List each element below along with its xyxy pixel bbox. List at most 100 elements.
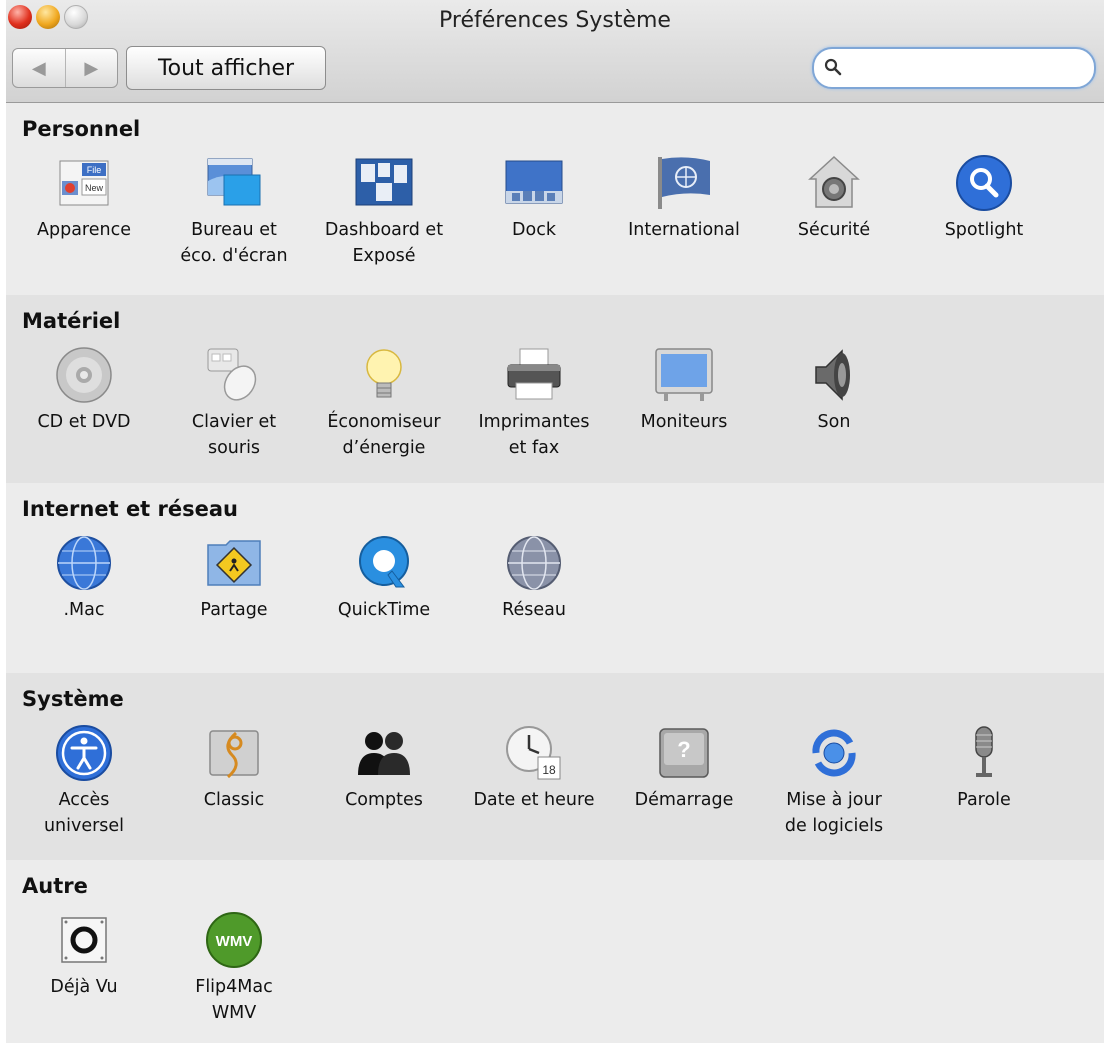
pref-cd-dvd[interactable]: CD et DVD — [9, 343, 159, 435]
quicktime-icon — [359, 536, 409, 588]
section-autre: Autre Déjà Vu WMV Flip4Mac WMV — [6, 860, 1104, 1043]
pref-label: QuickTime — [337, 600, 431, 620]
pref-dashboard-expose[interactable]: Dashboard et Exposé — [309, 151, 459, 269]
svg-text:File: File — [87, 165, 102, 175]
toolbar: Préférences Système ◀ ▶ Tout afficher — [6, 0, 1104, 103]
pref-label: Classic — [203, 790, 265, 810]
spotlight-icon — [956, 155, 1012, 211]
network-globe-icon — [507, 536, 561, 590]
back-forward-control: ◀ ▶ — [12, 48, 118, 88]
pref-label: Bureau et éco. d'écran — [180, 220, 288, 266]
classic-icon — [209, 730, 259, 779]
search-icon — [824, 58, 842, 76]
printer-icon — [507, 348, 561, 400]
svg-text:?: ? — [677, 737, 690, 762]
dejavu-icon — [61, 917, 107, 963]
section-systeme: Système Accès universel Classic Comptes … — [6, 673, 1104, 861]
section-title: Autre — [22, 874, 88, 898]
pref-label: Réseau — [502, 600, 566, 620]
pref-label: CD et DVD — [37, 412, 131, 432]
desktop-screensaver-icon — [207, 158, 261, 206]
section-title: Système — [22, 687, 124, 711]
pref-clavier-souris[interactable]: Clavier et souris — [159, 343, 309, 461]
microphone-icon — [975, 726, 993, 777]
forward-button[interactable]: ▶ — [66, 49, 118, 87]
search-input[interactable] — [850, 55, 1084, 81]
section-internet-reseau: Internet et réseau .Mac Partage QuickTim… — [6, 483, 1104, 674]
pref-partage[interactable]: Partage — [159, 531, 309, 623]
flip4mac-wmv-icon: WMV — [206, 912, 262, 968]
pref-quicktime[interactable]: QuickTime — [309, 531, 459, 623]
pref-securite[interactable]: Sécurité — [759, 151, 909, 243]
pref-label: Imprimantes et fax — [478, 412, 590, 458]
pref-label: Économiseur d’énergie — [327, 412, 441, 458]
startup-disk-icon: ? — [659, 728, 709, 778]
pref-label: International — [628, 220, 740, 240]
pref-dock[interactable]: Dock — [459, 151, 609, 243]
speaker-icon — [815, 349, 850, 401]
section-title: Internet et réseau — [22, 497, 238, 521]
pref-apparence[interactable]: File New Apparence — [9, 151, 159, 243]
svg-text:18: 18 — [542, 763, 556, 777]
security-house-icon — [808, 155, 860, 208]
cd-dvd-icon — [56, 347, 112, 403]
pref-label: Déjà Vu — [50, 977, 118, 997]
system-preferences-window: Préférences Système ◀ ▶ Tout afficher Pe… — [6, 0, 1104, 1043]
pref-spotlight[interactable]: Spotlight — [909, 151, 1059, 243]
pref-label: Spotlight — [944, 220, 1024, 240]
pref-label: Démarrage — [634, 790, 734, 810]
pref-comptes[interactable]: Comptes — [309, 721, 459, 813]
pref-deja-vu[interactable]: Déjà Vu — [9, 908, 159, 1000]
pref-dotmac[interactable]: .Mac — [9, 531, 159, 623]
dotmac-globe-icon — [57, 536, 111, 590]
pref-label: Partage — [200, 600, 268, 620]
keyboard-mouse-icon — [207, 348, 257, 401]
pref-son[interactable]: Son — [759, 343, 909, 435]
pref-label: .Mac — [63, 600, 105, 620]
pref-classic[interactable]: Classic — [159, 721, 309, 813]
section-personnel: Personnel File New Apparence Bureau et é… — [6, 103, 1104, 296]
pref-bureau-economiseur[interactable]: Bureau et éco. d'écran — [159, 151, 309, 269]
pref-mise-a-jour[interactable]: Mise à jour de logiciels — [759, 721, 909, 839]
pref-date-heure[interactable]: 18 Date et heure — [459, 721, 609, 813]
pref-parole[interactable]: Parole — [909, 721, 1059, 813]
pref-label: Clavier et souris — [191, 412, 277, 458]
pref-acces-universel[interactable]: Accès universel — [9, 721, 159, 839]
pref-label: Apparence — [37, 220, 131, 240]
pref-demarrage[interactable]: ? Démarrage — [609, 721, 759, 813]
pref-label: Dock — [512, 220, 556, 240]
svg-text:New: New — [85, 183, 104, 193]
window-title: Préférences Système — [439, 8, 671, 33]
pref-economiseur-energie[interactable]: Économiseur d’énergie — [309, 343, 459, 461]
pref-label: Date et heure — [473, 790, 595, 810]
pref-international[interactable]: International — [609, 151, 759, 243]
pref-label: Sécurité — [797, 220, 871, 240]
back-button[interactable]: ◀ — [13, 49, 66, 87]
pref-label: Comptes — [345, 790, 423, 810]
international-flag-icon — [658, 157, 710, 209]
search-field[interactable] — [812, 47, 1096, 89]
pref-label: Flip4Mac WMV — [195, 977, 273, 1023]
date-time-icon: 18 — [506, 726, 561, 780]
universal-access-icon — [56, 725, 112, 781]
pref-imprimantes-fax[interactable]: Imprimantes et fax — [459, 343, 609, 461]
sharing-folder-icon — [207, 540, 261, 586]
accounts-icon — [358, 732, 410, 775]
pref-label: Mise à jour de logiciels — [784, 790, 884, 836]
pref-flip4mac[interactable]: WMV Flip4Mac WMV — [159, 908, 309, 1026]
pref-label: Accès universel — [43, 790, 125, 836]
pref-label: Son — [817, 412, 851, 432]
pref-moniteurs[interactable]: Moniteurs — [609, 343, 759, 435]
section-materiel: Matériel CD et DVD Clavier et souris Éco… — [6, 295, 1104, 484]
pref-label: Moniteurs — [640, 412, 728, 432]
section-title: Matériel — [22, 309, 121, 333]
monitor-icon — [655, 348, 713, 401]
dashboard-expose-icon — [355, 158, 413, 206]
lightbulb-icon — [366, 349, 402, 398]
show-all-button[interactable]: Tout afficher — [126, 46, 326, 90]
pref-label: Parole — [957, 790, 1011, 810]
appearance-icon: File New — [59, 160, 109, 206]
pref-reseau[interactable]: Réseau — [459, 531, 609, 623]
software-update-icon — [812, 729, 856, 777]
svg-text:WMV: WMV — [216, 933, 253, 950]
